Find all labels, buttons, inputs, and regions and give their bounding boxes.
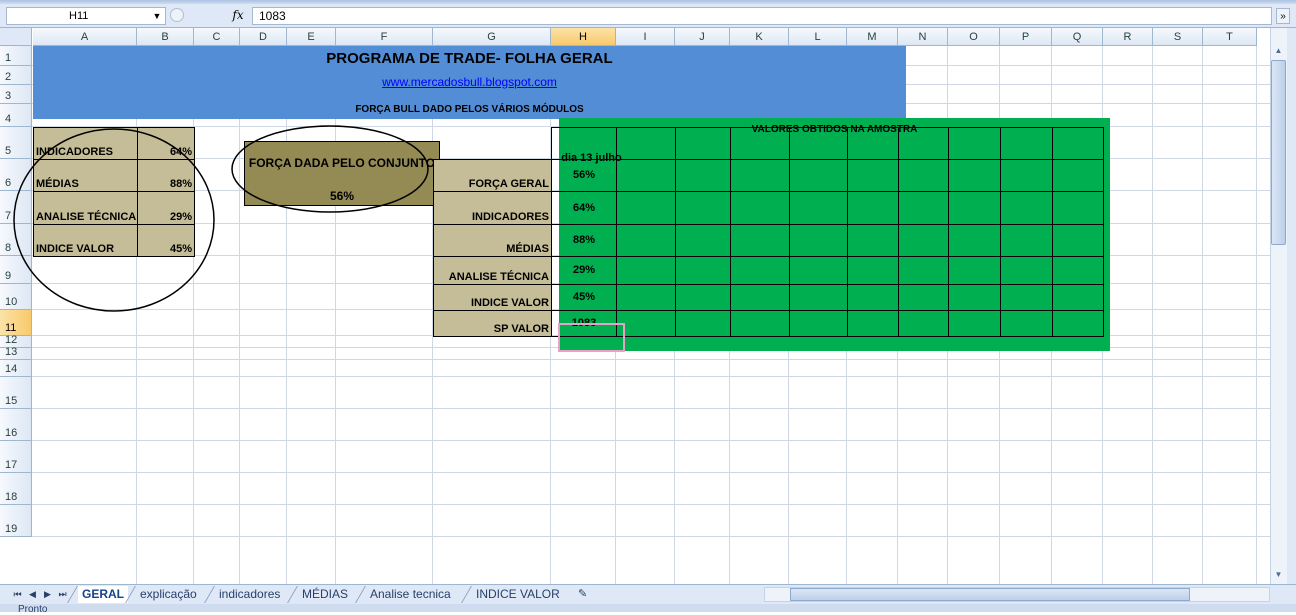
sheet-tab[interactable]: MÉDIAS xyxy=(298,586,352,603)
left-table-ellipse xyxy=(13,128,215,312)
prev-sheet-icon[interactable]: ◀ xyxy=(27,587,38,601)
insert-function-button[interactable]: fx xyxy=(228,6,248,24)
sheet-tab[interactable]: Analise tecnica xyxy=(366,586,455,603)
spreadsheet-grid[interactable]: ABCDEFGHIJKLMNOPQRST 1 2 3 4 5 6 7 8 9 10 11 12 13 14… xyxy=(0,28,1270,584)
horizontal-scroll-thumb[interactable] xyxy=(790,588,1190,601)
formula-input[interactable]: 1083 xyxy=(252,7,1272,25)
cancel-icon[interactable] xyxy=(170,8,184,22)
ellipse-annotations xyxy=(13,125,429,312)
forca-ellipse xyxy=(231,125,429,213)
vertical-scroll-thumb[interactable] xyxy=(1271,60,1286,245)
sheet-tab[interactable]: indicadores xyxy=(215,586,284,603)
first-sheet-icon[interactable]: ⏮ xyxy=(12,587,23,601)
chevron-down-icon[interactable]: ▼ xyxy=(150,8,164,24)
name-box[interactable]: H11 xyxy=(6,7,166,25)
expand-formula-bar-button[interactable]: » xyxy=(1276,8,1290,24)
next-sheet-icon[interactable]: ▶ xyxy=(42,587,53,601)
last-sheet-icon[interactable]: ⏭ xyxy=(57,587,68,601)
scroll-down-icon[interactable]: ▼ xyxy=(1271,570,1286,583)
insert-sheet-icon[interactable]: ✎ xyxy=(578,587,596,601)
sheet-tab[interactable]: INDICE VALOR xyxy=(472,586,564,603)
window-edge xyxy=(1287,28,1296,612)
sheet-tab[interactable]: GERAL xyxy=(78,586,128,603)
status-bar xyxy=(0,604,1296,612)
ribbon-edge xyxy=(0,0,1296,4)
scroll-up-icon[interactable]: ▲ xyxy=(1271,46,1286,59)
status-text: Pronto xyxy=(18,604,48,615)
sheet-tab[interactable]: explicação xyxy=(136,586,201,603)
